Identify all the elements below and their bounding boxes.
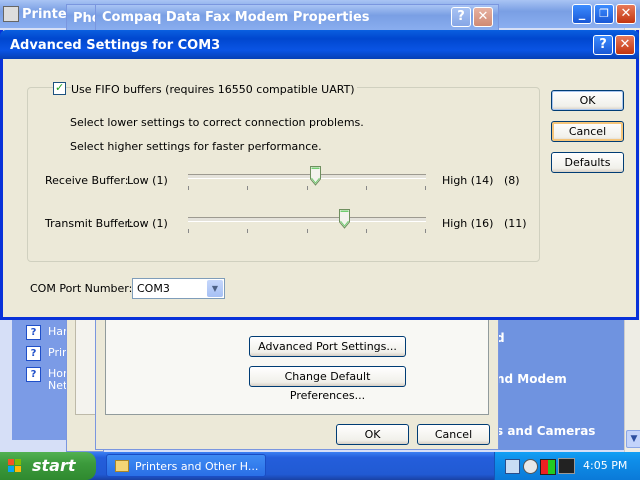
advanced-settings-titlebar[interactable]: Advanced Settings for COM3 ? ✕ xyxy=(0,30,639,59)
com-port-label: COM Port Number: xyxy=(30,282,133,295)
windows-logo-icon xyxy=(8,459,22,473)
slider-tick xyxy=(425,229,426,233)
monitor-icon[interactable] xyxy=(558,458,575,474)
color-settings-icon[interactable] xyxy=(540,459,556,475)
receive-buffer-slider[interactable] xyxy=(188,166,426,196)
transmit-buffer-slider[interactable] xyxy=(188,209,426,239)
side-link-label: Net xyxy=(48,379,68,392)
restore-icon[interactable]: ❐ xyxy=(594,4,614,24)
advanced-settings-dialog: Advanced Settings for COM3 ? ✕ ✓ Use FIF… xyxy=(0,30,639,320)
advanced-port-settings-button[interactable]: Advanced Port Settings... xyxy=(249,336,406,357)
folder-icon xyxy=(115,460,129,472)
ok-button[interactable]: OK xyxy=(551,90,624,111)
change-default-preferences-button[interactable]: Change Default Preferences... xyxy=(249,366,406,402)
category-fragment[interactable]: s and Cameras xyxy=(496,424,595,438)
help-icon[interactable]: ? xyxy=(451,7,471,27)
help-icon[interactable]: ? xyxy=(593,35,613,55)
system-tray: 4:05 PM xyxy=(494,452,640,480)
slider-tick xyxy=(307,229,308,233)
taskbar: start Printers and Other H... 4:05 PM xyxy=(0,452,640,480)
minimize-icon[interactable]: _ xyxy=(572,4,592,24)
taskbar-button-label: Printers and Other H... xyxy=(135,460,259,473)
slider-track xyxy=(188,174,426,179)
taskbar-button-printers[interactable]: Printers and Other H... xyxy=(106,454,266,477)
help-icon: ? xyxy=(26,367,41,382)
slider-tick xyxy=(366,186,367,190)
fifo-checkbox-label[interactable]: Use FIFO buffers (requires 16550 compati… xyxy=(71,83,357,96)
explorer-content: d nd Modem s and Cameras xyxy=(488,300,624,450)
close-icon[interactable]: ✕ xyxy=(616,4,636,24)
start-button[interactable]: start xyxy=(0,452,96,480)
slider-tick xyxy=(366,229,367,233)
slider-tick xyxy=(307,186,308,190)
receive-low-label: Low (1) xyxy=(127,174,168,187)
transmit-low-label: Low (1) xyxy=(127,217,168,230)
hint-higher-text: Select higher settings for faster perfor… xyxy=(70,140,322,153)
slider-thumb[interactable] xyxy=(339,209,350,229)
slider-thumb[interactable] xyxy=(310,166,321,186)
scroll-down-icon[interactable]: ▼ xyxy=(626,430,640,448)
slider-tick xyxy=(247,186,248,190)
volume-icon[interactable] xyxy=(523,459,538,474)
defaults-button[interactable]: Defaults xyxy=(551,152,624,173)
com-port-select[interactable]: COM3 ▼ xyxy=(132,278,225,299)
slider-tick xyxy=(188,186,189,190)
advanced-settings-title: Advanced Settings for COM3 xyxy=(10,38,221,53)
side-link-label: Har xyxy=(48,325,68,338)
checkmark-icon: ✓ xyxy=(55,81,65,94)
transmit-buffer-label: Transmit Buffer: xyxy=(45,217,133,230)
category-fragment[interactable]: nd Modem xyxy=(496,372,567,386)
clock[interactable]: 4:05 PM xyxy=(583,459,627,472)
slider-tick xyxy=(247,229,248,233)
slider-tick xyxy=(188,229,189,233)
receive-value-label: (8) xyxy=(504,174,520,187)
help-icon: ? xyxy=(26,346,41,361)
modem-properties-titlebar[interactable]: Compaq Data Fax Modem Properties ? ✕ xyxy=(96,5,498,31)
receive-high-label: High (14) xyxy=(442,174,494,187)
close-icon[interactable]: ✕ xyxy=(473,7,493,27)
cancel-button[interactable]: Cancel xyxy=(417,424,490,445)
ok-button[interactable]: OK xyxy=(336,424,409,445)
help-icon: ? xyxy=(26,325,41,340)
modem-properties-title: Compaq Data Fax Modem Properties xyxy=(102,10,370,25)
close-icon[interactable]: ✕ xyxy=(615,35,635,55)
transmit-value-label: (11) xyxy=(504,217,527,230)
network-icon[interactable] xyxy=(505,459,520,474)
start-label: start xyxy=(32,456,76,475)
cancel-button[interactable]: Cancel xyxy=(551,121,624,142)
receive-buffer-label: Receive Buffer: xyxy=(45,174,129,187)
chevron-down-icon[interactable]: ▼ xyxy=(207,280,223,297)
slider-tick xyxy=(425,186,426,190)
com-port-value: COM3 xyxy=(137,282,170,295)
printer-icon xyxy=(3,6,19,22)
slider-track xyxy=(188,217,426,222)
hint-lower-text: Select lower settings to correct connect… xyxy=(70,116,364,129)
fifo-checkbox[interactable]: ✓ xyxy=(53,81,66,95)
transmit-high-label: High (16) xyxy=(442,217,494,230)
